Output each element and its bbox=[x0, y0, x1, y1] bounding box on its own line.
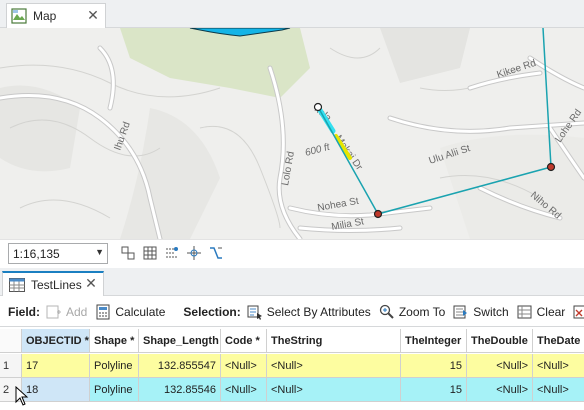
close-icon[interactable]: ✕ bbox=[83, 275, 99, 291]
cell-shape-length[interactable]: 132.855547 bbox=[139, 354, 221, 378]
tab-testlines[interactable]: TestLines ✕ bbox=[2, 271, 104, 296]
grid-icon[interactable] bbox=[142, 245, 158, 261]
vertex bbox=[313, 102, 323, 112]
map-status-bar: 1:16,135 ▼ bbox=[0, 239, 584, 267]
map-tab-bar: Map ✕ bbox=[0, 0, 584, 28]
table-header-row: OBJECTID * Shape * Shape_Length Code * T… bbox=[0, 329, 584, 353]
column-header-shape-length[interactable]: Shape_Length bbox=[139, 329, 221, 353]
chevron-down-icon: ▼ bbox=[95, 247, 104, 257]
cell-thedouble[interactable]: <Null> bbox=[467, 354, 533, 378]
map-icon bbox=[11, 8, 27, 24]
cell-objectid[interactable]: 18 bbox=[22, 378, 90, 402]
vertex bbox=[373, 209, 383, 219]
table-row[interactable]: 2 18 Polyline 132.85546 <Null> <Null> 15… bbox=[0, 378, 584, 402]
close-icon[interactable]: ✕ bbox=[85, 7, 101, 23]
cell-code[interactable]: <Null> bbox=[221, 354, 267, 378]
clear-selection-icon bbox=[517, 305, 532, 318]
column-header-thedate[interactable]: TheDate bbox=[533, 329, 584, 353]
clear-label: Clear bbox=[536, 304, 566, 319]
select-by-attributes-icon bbox=[247, 305, 262, 320]
correction-icon[interactable] bbox=[186, 245, 202, 261]
table-toolbar: Field: Add Calculate Selection: Select B… bbox=[0, 297, 584, 327]
column-header-theinteger[interactable]: TheInteger bbox=[401, 329, 467, 353]
table-tab-bar: TestLines ✕ bbox=[0, 268, 584, 296]
zoom-to-button[interactable]: Zoom To bbox=[379, 304, 445, 320]
navigation-icon[interactable] bbox=[208, 245, 224, 261]
calculate-label: Calculate bbox=[115, 304, 166, 319]
select-by-attributes-button[interactable]: Select By Attributes bbox=[247, 304, 371, 320]
row-header-corner bbox=[0, 329, 22, 353]
switch-selection-button[interactable]: Switch bbox=[453, 304, 509, 320]
cell-shape-length[interactable]: 132.85546 bbox=[139, 378, 221, 402]
column-header-objectid[interactable]: OBJECTID * bbox=[22, 329, 90, 353]
column-header-shape[interactable]: Shape * bbox=[90, 329, 139, 353]
add-field-label: Add bbox=[66, 304, 88, 319]
delete-icon bbox=[573, 305, 584, 318]
calculator-icon bbox=[96, 304, 110, 319]
vertex bbox=[546, 162, 556, 172]
add-field-icon bbox=[46, 305, 61, 318]
table-row[interactable]: 1 17 Polyline 132.855547 <Null> <Null> 1… bbox=[0, 354, 584, 378]
cell-shape[interactable]: Polyline bbox=[90, 378, 139, 402]
cell-thestring[interactable]: <Null> bbox=[267, 378, 401, 402]
zoom-to-icon bbox=[379, 304, 394, 319]
switch-label: Switch bbox=[473, 304, 509, 319]
cell-objectid[interactable]: 17 bbox=[22, 354, 90, 378]
mouse-cursor-icon bbox=[15, 386, 29, 406]
snapping-icon[interactable] bbox=[120, 245, 136, 261]
column-header-code[interactable]: Code * bbox=[221, 329, 267, 353]
cell-thedouble[interactable]: <Null> bbox=[467, 378, 533, 402]
attribute-table: OBJECTID * Shape * Shape_Length Code * T… bbox=[0, 328, 584, 410]
column-header-thestring[interactable]: TheString bbox=[267, 329, 401, 353]
field-group-label: Field: bbox=[8, 304, 40, 319]
column-header-thedouble[interactable]: TheDouble bbox=[467, 329, 533, 353]
delete-selected-button[interactable] bbox=[573, 304, 584, 320]
select-by-attributes-label: Select By Attributes bbox=[266, 304, 371, 319]
row-number[interactable]: 1 bbox=[0, 354, 22, 378]
cell-shape[interactable]: Polyline bbox=[90, 354, 139, 378]
add-field-button[interactable]: Add bbox=[46, 304, 87, 320]
switch-selection-icon bbox=[453, 305, 468, 318]
cell-thedate[interactable]: <Null> bbox=[533, 354, 584, 378]
cell-code[interactable]: <Null> bbox=[221, 378, 267, 402]
scale-dropdown[interactable]: 1:16,135 ▼ bbox=[8, 243, 108, 264]
map-canvas[interactable]: Kikee Rd Lohe Rd Ihu Rd Makai Dr Ulu Ali… bbox=[0, 28, 584, 239]
table-icon bbox=[9, 277, 25, 292]
table-tab-label: TestLines bbox=[31, 277, 82, 292]
tab-map[interactable]: Map ✕ bbox=[6, 3, 106, 28]
zoom-to-label: Zoom To bbox=[398, 304, 446, 319]
clear-selection-button[interactable]: Clear bbox=[517, 304, 566, 320]
selection-group-label: Selection: bbox=[183, 304, 241, 319]
cell-thestring[interactable]: <Null> bbox=[267, 354, 401, 378]
cell-theinteger[interactable]: 15 bbox=[401, 354, 467, 378]
cell-theinteger[interactable]: 15 bbox=[401, 378, 467, 402]
cell-thedate[interactable]: <Null> bbox=[533, 378, 584, 402]
scale-value: 1:16,135 bbox=[13, 246, 60, 261]
constraints-icon[interactable] bbox=[164, 245, 180, 261]
map-tab-label: Map bbox=[33, 9, 57, 23]
calculate-field-button[interactable]: Calculate bbox=[95, 304, 165, 320]
